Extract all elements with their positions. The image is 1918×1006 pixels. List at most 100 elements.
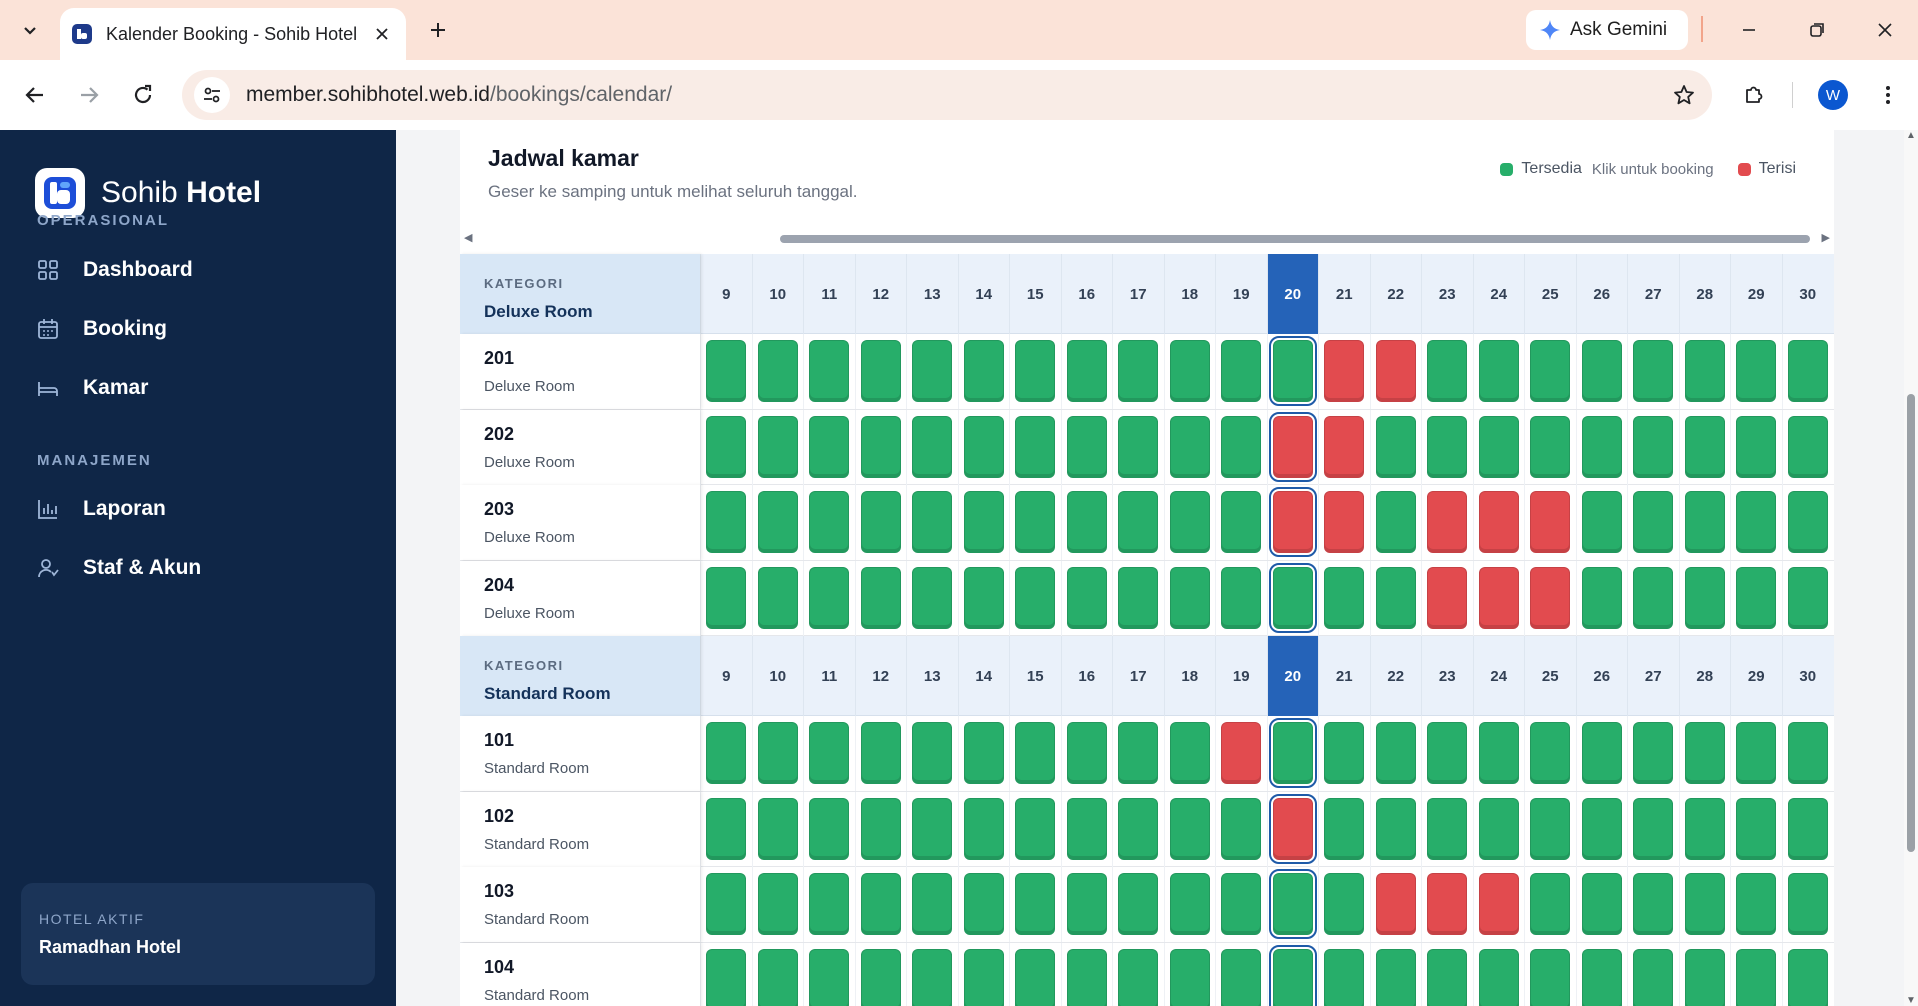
available-slot[interactable]: [1633, 415, 1673, 478]
available-slot[interactable]: [757, 491, 798, 553]
available-slot[interactable]: [809, 491, 849, 553]
available-slot[interactable]: [860, 566, 901, 629]
available-slot[interactable]: [1787, 415, 1828, 478]
available-slot[interactable]: [1633, 491, 1673, 553]
available-slot[interactable]: [1169, 491, 1210, 553]
available-slot[interactable]: [912, 415, 952, 478]
available-slot[interactable]: [1427, 340, 1467, 402]
available-slot[interactable]: [860, 340, 901, 402]
available-slot[interactable]: [1118, 722, 1158, 784]
available-slot[interactable]: [1118, 491, 1158, 553]
available-slot[interactable]: [1015, 566, 1055, 629]
available-slot[interactable]: [1375, 948, 1416, 1006]
available-slot[interactable]: [1581, 797, 1622, 860]
ask-gemini-button[interactable]: Ask Gemini: [1526, 10, 1688, 50]
tab-close-button[interactable]: [370, 22, 394, 46]
available-slot[interactable]: [1015, 948, 1055, 1006]
available-slot[interactable]: [1375, 415, 1416, 478]
available-slot[interactable]: [1268, 336, 1317, 406]
available-slot[interactable]: [963, 797, 1004, 860]
available-slot[interactable]: [1787, 340, 1828, 402]
available-slot[interactable]: [912, 566, 952, 629]
available-slot[interactable]: [706, 415, 746, 478]
available-slot[interactable]: [1169, 948, 1210, 1006]
available-slot[interactable]: [1736, 566, 1776, 629]
bookmark-button[interactable]: [1666, 77, 1702, 113]
available-slot[interactable]: [1268, 718, 1317, 788]
site-info-button[interactable]: [194, 77, 230, 113]
available-slot[interactable]: [1118, 948, 1158, 1006]
available-slot[interactable]: [1375, 722, 1416, 784]
available-slot[interactable]: [757, 948, 798, 1006]
available-slot[interactable]: [1736, 491, 1776, 553]
available-slot[interactable]: [912, 948, 952, 1006]
available-slot[interactable]: [1633, 948, 1673, 1006]
available-slot[interactable]: [1324, 797, 1364, 860]
available-slot[interactable]: [757, 797, 798, 860]
available-slot[interactable]: [963, 722, 1004, 784]
scroll-down-arrow-icon[interactable]: ▼: [1906, 995, 1916, 1006]
available-slot[interactable]: [1066, 491, 1107, 553]
available-slot[interactable]: [1787, 566, 1828, 629]
available-slot[interactable]: [1324, 566, 1364, 629]
available-slot[interactable]: [1015, 797, 1055, 860]
available-slot[interactable]: [1478, 797, 1519, 860]
vertical-scroll-thumb[interactable]: [1907, 394, 1915, 852]
horizontal-scroll-thumb[interactable]: [780, 235, 1810, 243]
profile-avatar[interactable]: W: [1818, 80, 1848, 110]
available-slot[interactable]: [1118, 340, 1158, 402]
available-slot[interactable]: [1581, 415, 1622, 478]
available-slot[interactable]: [1169, 415, 1210, 478]
address-bar[interactable]: member.sohibhotel.web.id/bookings/calend…: [182, 70, 1712, 120]
available-slot[interactable]: [1581, 340, 1622, 402]
available-slot[interactable]: [706, 948, 746, 1006]
available-slot[interactable]: [1118, 415, 1158, 478]
available-slot[interactable]: [757, 873, 798, 935]
available-slot[interactable]: [1375, 566, 1416, 629]
available-slot[interactable]: [860, 491, 901, 553]
available-slot[interactable]: [1478, 340, 1519, 402]
page-vertical-scrollbar[interactable]: ▲ ▼: [1904, 130, 1918, 1006]
available-slot[interactable]: [1581, 566, 1622, 629]
available-slot[interactable]: [1268, 869, 1317, 939]
available-slot[interactable]: [1169, 566, 1210, 629]
available-slot[interactable]: [1787, 491, 1828, 553]
available-slot[interactable]: [1066, 797, 1107, 860]
available-slot[interactable]: [1375, 797, 1416, 860]
available-slot[interactable]: [1375, 491, 1416, 553]
available-slot[interactable]: [1478, 948, 1519, 1006]
available-slot[interactable]: [1787, 797, 1828, 860]
available-slot[interactable]: [1324, 722, 1364, 784]
available-slot[interactable]: [1530, 948, 1570, 1006]
available-slot[interactable]: [1066, 415, 1107, 478]
available-slot[interactable]: [1530, 340, 1570, 402]
available-slot[interactable]: [706, 566, 746, 629]
active-hotel-card[interactable]: HOTEL AKTIF Ramadhan Hotel: [21, 883, 375, 985]
available-slot[interactable]: [1736, 797, 1776, 860]
available-slot[interactable]: [1118, 873, 1158, 935]
available-slot[interactable]: [1787, 948, 1828, 1006]
sidebar-item-laporan[interactable]: Laporan: [37, 487, 367, 531]
available-slot[interactable]: [706, 797, 746, 860]
available-slot[interactable]: [912, 873, 952, 935]
available-slot[interactable]: [912, 797, 952, 860]
new-tab-button[interactable]: [420, 12, 456, 48]
back-button[interactable]: [17, 77, 53, 113]
available-slot[interactable]: [809, 415, 849, 478]
available-slot[interactable]: [1066, 566, 1107, 629]
available-slot[interactable]: [706, 722, 746, 784]
available-slot[interactable]: [1787, 722, 1828, 784]
scroll-left-arrow-icon[interactable]: ◀: [464, 231, 472, 244]
available-slot[interactable]: [1221, 491, 1261, 553]
available-slot[interactable]: [1221, 415, 1261, 478]
available-slot[interactable]: [860, 797, 901, 860]
available-slot[interactable]: [1581, 722, 1622, 784]
available-slot[interactable]: [1684, 797, 1725, 860]
available-slot[interactable]: [912, 340, 952, 402]
available-slot[interactable]: [1221, 797, 1261, 860]
available-slot[interactable]: [1221, 566, 1261, 629]
available-slot[interactable]: [1684, 491, 1725, 553]
available-slot[interactable]: [1684, 948, 1725, 1006]
available-slot[interactable]: [1268, 562, 1317, 633]
scroll-right-arrow-icon[interactable]: ▶: [1822, 231, 1830, 244]
